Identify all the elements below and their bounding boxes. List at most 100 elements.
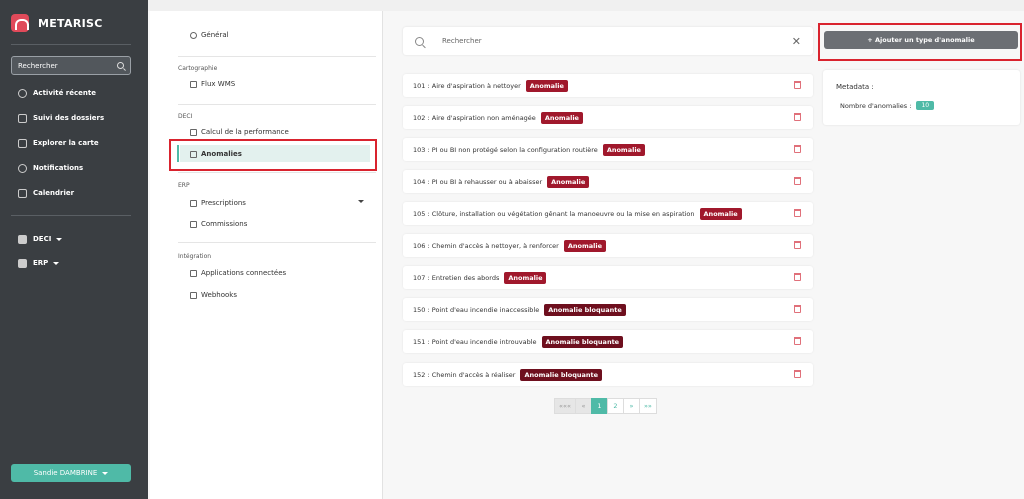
subnav-section-title: Cartographie <box>178 65 218 72</box>
subnav-item-label: Prescriptions <box>201 199 246 207</box>
chevron-down-icon <box>102 471 109 475</box>
trash-icon[interactable] <box>794 177 801 185</box>
anomaly-badge: Anomalie bloquante <box>544 303 626 316</box>
sidebar-group-label: ERP <box>33 259 49 267</box>
sidebar-group-deci[interactable]: DECI <box>18 232 63 246</box>
anomaly-badge: Anomalie <box>699 207 742 220</box>
highlight-box <box>818 23 1022 61</box>
folder-icon <box>18 113 27 123</box>
anomaly-code: 104 : <box>413 177 430 186</box>
sidebar-item-activite[interactable]: Activité récente <box>18 86 96 100</box>
trash-icon[interactable] <box>794 273 801 281</box>
trash-icon[interactable] <box>794 113 801 121</box>
sidebar-item-notifications[interactable]: Notifications <box>18 161 83 175</box>
subnav-item-commissions[interactable]: Commissions <box>190 218 247 230</box>
close-icon[interactable]: ✕ <box>792 35 801 48</box>
anomaly-badge: Anomalie <box>602 143 645 156</box>
search-placeholder: Rechercher <box>442 37 482 45</box>
sidebar-item-calendrier[interactable]: Calendrier <box>18 186 74 200</box>
bell-icon <box>18 163 27 173</box>
anomaly-label: PI ou BI à rehausser ou à abaisser <box>431 177 543 186</box>
metadata-count-label: Nombre d'anomalies : <box>840 101 912 110</box>
sidebar-item-label: Notifications <box>33 164 84 172</box>
anomaly-code: 107 : <box>413 273 430 282</box>
pagination-page-2[interactable]: 2 <box>606 398 624 414</box>
subnav-item-webhooks[interactable]: Webhooks <box>190 289 237 301</box>
anomaly-badge: Anomalie <box>563 239 607 252</box>
anomaly-code: 106 : <box>413 241 430 250</box>
pagination: ««« « 1 2 » »» <box>554 398 657 414</box>
sidebar-group-erp[interactable]: ERP <box>18 256 60 270</box>
subnav-item-label: Applications connectées <box>201 269 287 277</box>
history-icon <box>18 88 27 98</box>
anomaly-label: PI ou BI non protégé selon la configurat… <box>431 145 598 154</box>
list-item[interactable]: 107 : Entretien des abords Anomalie <box>403 266 813 289</box>
search-icon[interactable] <box>117 62 124 69</box>
trash-icon[interactable] <box>794 337 801 345</box>
list-item[interactable]: 150 : Point d'eau incendie inaccessible A… <box>403 298 813 321</box>
trash-icon[interactable] <box>794 241 801 249</box>
user-name: Sandie DAMBRINE <box>33 469 98 477</box>
anomaly-badge: Anomalie bloquante <box>541 335 624 348</box>
list-item[interactable]: 102 : Aire d'aspiration non aménagée Anom… <box>403 106 813 129</box>
list-item[interactable]: 151 : Point d'eau incendie introuvable An… <box>403 330 813 353</box>
external-link-icon <box>190 269 197 277</box>
anomaly-badge: Anomalie <box>525 79 568 92</box>
anomalies-search-bar[interactable]: Rechercher ✕ <box>403 27 813 55</box>
list-item[interactable]: 106 : Chemin d'accès à nettoyer, à renfo… <box>403 234 813 257</box>
metadata-count-row: Nombre d'anomalies : 10 <box>840 101 935 110</box>
subnav-item-applications[interactable]: Applications connectées <box>190 267 286 279</box>
anomaly-label: Clôture, installation ou végétation gêna… <box>431 209 695 218</box>
sidebar-search-input[interactable]: Rechercher <box>11 56 131 75</box>
metadata-card: Metadata : Nombre d'anomalies : 10 <box>823 70 1020 125</box>
anomaly-code: 105 : <box>413 209 430 218</box>
trash-icon[interactable] <box>794 370 801 378</box>
chevron-down-icon <box>53 261 60 265</box>
sidebar: METARISC Rechercher Activité récente Sui… <box>0 0 148 499</box>
subnav-item-prescriptions[interactable]: Prescriptions <box>190 197 246 209</box>
anomaly-code: 102 : <box>413 113 430 122</box>
trash-icon[interactable] <box>794 145 801 153</box>
user-menu-button[interactable]: Sandie DAMBRINE <box>11 464 131 482</box>
subnav-item-calcul-performance[interactable]: Calcul de la performance <box>190 126 289 138</box>
subnav-divider <box>178 172 376 173</box>
anomaly-code: 151 : <box>413 337 430 346</box>
brand[interactable]: METARISC <box>11 14 103 32</box>
chevron-down-icon[interactable] <box>358 200 364 203</box>
chevron-down-icon <box>56 237 63 241</box>
sidebar-item-dossiers[interactable]: Suivi des dossiers <box>18 111 104 125</box>
list-item[interactable]: 152 : Chemin d'accès à réaliser Anomalie … <box>403 363 813 386</box>
subnav-item-flux-wms[interactable]: Flux WMS <box>190 78 235 90</box>
sidebar-item-carte[interactable]: Explorer la carte <box>18 136 99 150</box>
pagination-next[interactable]: » <box>622 398 640 414</box>
pagination-last[interactable]: »» <box>638 398 657 414</box>
subnav-divider <box>178 104 376 105</box>
anomaly-label: Point d'eau incendie introuvable <box>431 337 537 346</box>
anomaly-code: 103 : <box>413 145 430 154</box>
list-item[interactable]: 104 : PI ou BI à rehausser ou à abaisser… <box>403 170 813 193</box>
anomaly-label: Aire d'aspiration non aménagée <box>431 113 536 122</box>
subnav-item-label: Flux WMS <box>201 80 236 88</box>
list-item[interactable]: 103 : PI ou BI non protégé selon la conf… <box>403 138 813 161</box>
sidebar-search-placeholder: Rechercher <box>18 61 58 70</box>
trash-icon[interactable] <box>794 209 801 217</box>
pagination-prev[interactable]: « <box>574 398 592 414</box>
pagination-first[interactable]: ««« <box>554 398 576 414</box>
pagination-page-1[interactable]: 1 <box>590 398 608 414</box>
sidebar-item-label: Suivi des dossiers <box>33 114 105 122</box>
trash-icon[interactable] <box>794 81 801 89</box>
anomaly-code: 152 : <box>413 370 430 379</box>
list-item[interactable]: 101 : Aire d'aspiration à nettoyer Anomal… <box>403 74 813 97</box>
external-link-icon <box>190 80 197 88</box>
sidebar-item-label: Calendrier <box>33 189 75 197</box>
subnav-item-label: Commissions <box>201 220 248 228</box>
sidebar-item-label: Activité récente <box>33 89 96 97</box>
external-link-icon <box>190 199 197 207</box>
anomaly-label: Chemin d'accès à nettoyer, à renforcer <box>431 241 559 250</box>
mail-icon <box>190 128 197 136</box>
subnav-item-general[interactable]: Général <box>190 29 229 41</box>
trash-icon[interactable] <box>794 305 801 313</box>
list-item[interactable]: 105 : Clôture, installation ou végétatio… <box>403 202 813 225</box>
calendar-icon <box>18 188 27 198</box>
anomaly-badge: Anomalie <box>547 175 590 188</box>
